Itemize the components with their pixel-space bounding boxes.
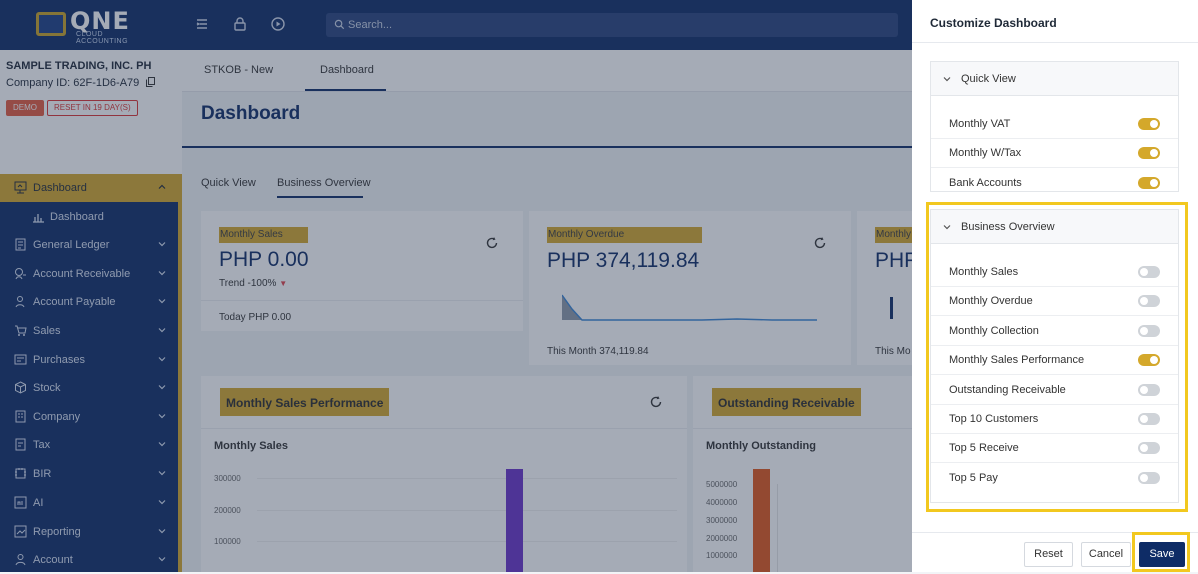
cancel-button[interactable]: Cancel: [1081, 542, 1131, 567]
section-label: Quick View: [961, 73, 1016, 85]
option-label: Monthly W/Tax: [949, 147, 1022, 160]
option-label: Bank Accounts: [949, 176, 1022, 189]
section-header[interactable]: Quick View: [931, 62, 1178, 96]
option-row-monthly-w-tax: Monthly W/Tax: [931, 139, 1178, 169]
option-label: Monthly VAT: [949, 118, 1011, 130]
chevron-down-icon: [943, 77, 951, 82]
panel-divider: [912, 42, 1198, 43]
toggle-knob: [1150, 178, 1158, 187]
toggle-switch[interactable]: [1138, 118, 1160, 130]
toggle-knob: [1150, 149, 1158, 158]
modal-backdrop[interactable]: [0, 0, 912, 572]
section-quick-view: Quick View Monthly VAT Monthly W/Tax Bank …: [930, 61, 1179, 192]
toggle-switch[interactable]: [1138, 147, 1160, 160]
option-row-bank-accounts: Bank Accounts: [931, 169, 1178, 198]
toggle-switch[interactable]: [1138, 176, 1160, 189]
option-row-monthly-vat: Monthly VAT: [931, 110, 1178, 139]
reset-button[interactable]: Reset: [1024, 542, 1073, 567]
panel-title: Customize Dashboard: [930, 16, 1057, 30]
save-button-highlight: [1132, 532, 1190, 572]
toggle-knob: [1150, 120, 1158, 128]
business-overview-highlight: [926, 202, 1188, 512]
